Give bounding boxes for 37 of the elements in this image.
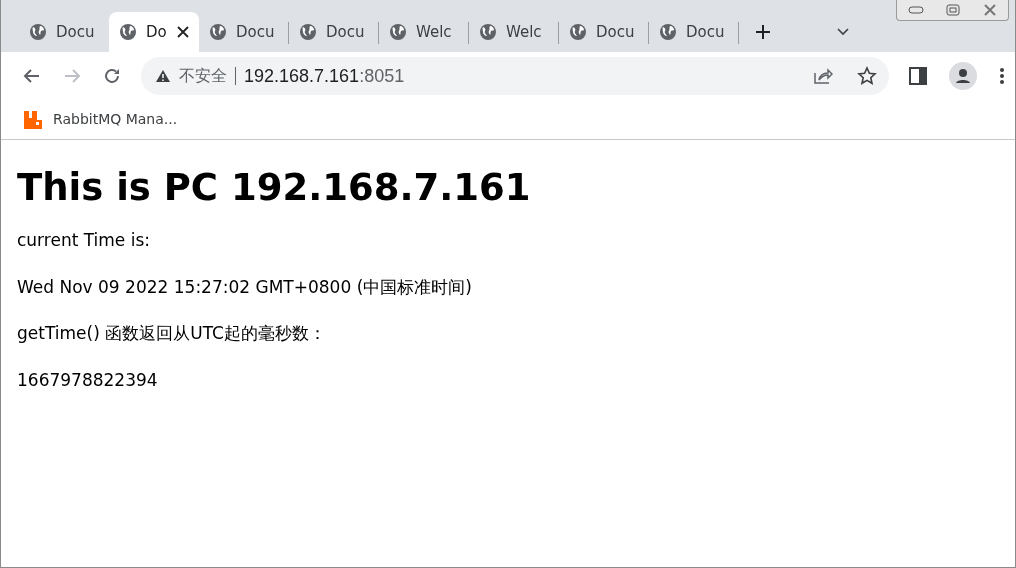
share-icon[interactable]	[813, 67, 833, 85]
bookmark-link[interactable]: RabbitMQ Mana...	[15, 105, 186, 134]
close-icon[interactable]	[177, 26, 189, 38]
globe-icon	[119, 23, 137, 41]
globe-icon	[29, 23, 47, 41]
page-heading: This is PC 192.168.7.161	[17, 166, 532, 211]
browser-tab[interactable]: Docu	[289, 12, 379, 52]
browser-tab[interactable]: Docu	[649, 12, 739, 52]
globe-icon	[659, 23, 677, 41]
browser-tab[interactable]: Do	[109, 12, 199, 52]
globe-icon	[569, 23, 587, 41]
rabbit-logo-icon	[23, 109, 43, 130]
menu-icon[interactable]	[999, 67, 1005, 85]
reload-icon[interactable]	[103, 67, 121, 85]
globe-icon	[299, 23, 317, 41]
page-text: getTime() 函数返回从UTC起的毫秒数：	[17, 322, 327, 346]
browser-tab[interactable]: Docu	[19, 12, 109, 52]
security-label[interactable]: 不安全	[179, 67, 236, 85]
warning-icon[interactable]	[155, 69, 171, 83]
side-panel-icon[interactable]	[909, 67, 927, 85]
page-text: Wed Nov 09 2022 15:27:02 GMT+0800 (中国标准时间)	[17, 275, 473, 299]
browser-tab[interactable]: Welc	[469, 12, 559, 52]
globe-icon	[479, 23, 497, 41]
globe-icon	[389, 23, 407, 41]
chevron-down-icon[interactable]	[837, 28, 849, 36]
browser-tab[interactable]: Welc	[379, 12, 469, 52]
plus-icon[interactable]	[755, 24, 771, 40]
address-bar[interactable]: 不安全 192.168.7.161:8051	[141, 57, 889, 95]
browser-tab[interactable]: Docu	[199, 12, 289, 52]
globe-icon	[209, 23, 227, 41]
page-text: 1667978822394	[17, 368, 159, 392]
back-arrow-icon[interactable]	[23, 67, 41, 85]
star-icon[interactable]	[857, 66, 877, 86]
page-text: current Time is:	[17, 229, 152, 253]
browser-tab[interactable]: Docu	[559, 12, 649, 52]
avatar-icon[interactable]	[949, 62, 977, 90]
url-text: 192.168.7.161:8051	[244, 64, 405, 88]
